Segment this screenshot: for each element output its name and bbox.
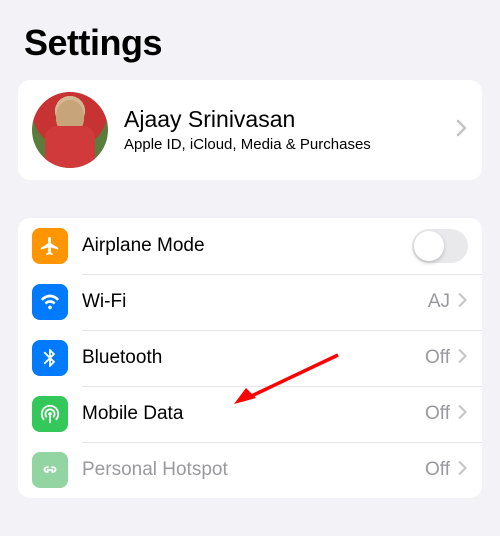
row-mobile-data[interactable]: Mobile Data Off (18, 386, 482, 442)
profile-row[interactable]: Ajaay Srinivasan Apple ID, iCloud, Media… (18, 80, 482, 180)
wifi-icon (32, 284, 68, 320)
row-value: Off (425, 459, 450, 481)
settings-list: Airplane Mode Wi-Fi AJ Bluetooth Off Mob… (18, 218, 482, 498)
row-value: Off (425, 403, 450, 425)
row-wifi[interactable]: Wi-Fi AJ (18, 274, 482, 330)
row-label: Mobile Data (82, 403, 425, 425)
row-personal-hotspot[interactable]: Personal Hotspot Off (18, 442, 482, 498)
row-label: Bluetooth (82, 347, 425, 369)
avatar (32, 92, 108, 168)
toggle-knob (414, 231, 444, 261)
chevron-right-icon (458, 348, 468, 369)
antenna-icon (32, 396, 68, 432)
page-title: Settings (0, 0, 500, 80)
row-label: Airplane Mode (82, 235, 412, 257)
profile-card[interactable]: Ajaay Srinivasan Apple ID, iCloud, Media… (18, 80, 482, 180)
row-label: Wi-Fi (82, 291, 428, 313)
chevron-right-icon (458, 460, 468, 481)
row-value: Off (425, 347, 450, 369)
bluetooth-icon (32, 340, 68, 376)
airplane-toggle[interactable] (412, 229, 468, 263)
chevron-right-icon (456, 119, 468, 142)
profile-text: Ajaay Srinivasan Apple ID, iCloud, Media… (108, 106, 456, 155)
row-value: AJ (428, 291, 450, 313)
chevron-right-icon (458, 292, 468, 313)
hotspot-icon (32, 452, 68, 488)
airplane-icon (32, 228, 68, 264)
chevron-right-icon (458, 404, 468, 425)
profile-subtitle: Apple ID, iCloud, Media & Purchases (124, 135, 450, 155)
row-bluetooth[interactable]: Bluetooth Off (18, 330, 482, 386)
profile-name: Ajaay Srinivasan (124, 106, 450, 133)
row-airplane-mode[interactable]: Airplane Mode (18, 218, 482, 274)
row-label: Personal Hotspot (82, 459, 425, 481)
